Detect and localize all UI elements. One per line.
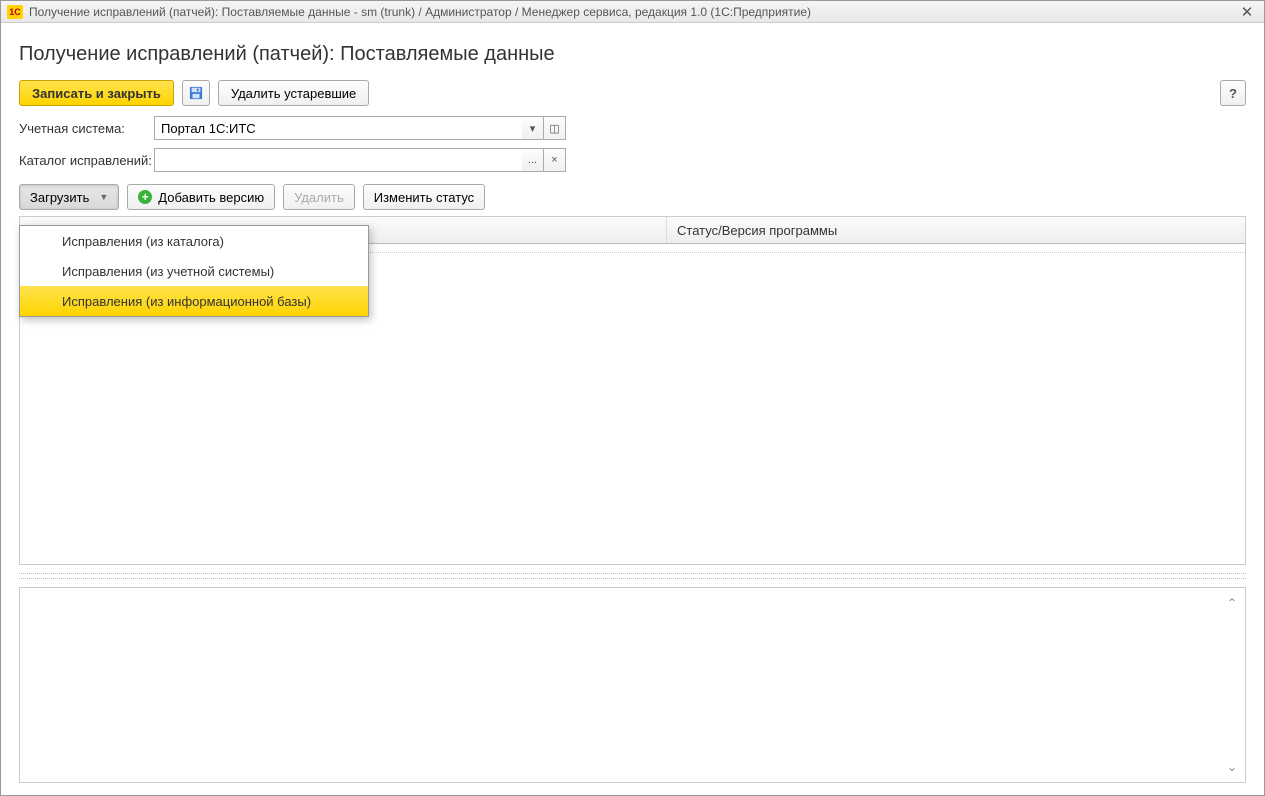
- actions-toolbar: Загрузить ▼ + Добавить версию Удалить Из…: [19, 184, 1246, 210]
- delete-old-button[interactable]: Удалить устаревшие: [218, 80, 369, 106]
- account-system-dropdown-button[interactable]: ▾: [522, 116, 544, 140]
- account-system-field-wrap: ▾ ◫: [154, 116, 566, 140]
- plus-icon: +: [138, 190, 152, 204]
- chevron-down-icon: ▼: [99, 192, 108, 202]
- scroll-down-button[interactable]: ⌄: [1223, 758, 1241, 776]
- fix-catalog-row: Каталог исправлений: ... ×: [19, 148, 1246, 172]
- fix-catalog-input[interactable]: [154, 148, 522, 172]
- load-dropdown-button[interactable]: Загрузить ▼: [19, 184, 119, 210]
- account-system-row: Учетная система: ▾ ◫: [19, 116, 1246, 140]
- window-title: Получение исправлений (патчей): Поставля…: [29, 5, 811, 19]
- page-title: Получение исправлений (патчей): Поставля…: [19, 43, 1246, 66]
- load-label: Загрузить: [30, 190, 89, 205]
- titlebar: 1C Получение исправлений (патчей): Поста…: [1, 1, 1264, 23]
- menu-item-from-infobase[interactable]: Исправления (из информационной базы): [20, 286, 368, 316]
- splitter-handle[interactable]: [19, 573, 1246, 579]
- main-toolbar: Записать и закрыть Удалить устаревшие ?: [19, 80, 1246, 106]
- fix-catalog-field-wrap: ... ×: [154, 148, 566, 172]
- add-version-label: Добавить версию: [158, 190, 264, 205]
- save-button[interactable]: [182, 80, 210, 106]
- table-column-2[interactable]: Статус/Версия программы: [667, 217, 1245, 243]
- help-button[interactable]: ?: [1220, 80, 1246, 106]
- content-area: Получение исправлений (патчей): Поставля…: [1, 23, 1264, 795]
- account-system-input[interactable]: [154, 116, 522, 140]
- scroll-up-button[interactable]: ⌃: [1223, 594, 1241, 612]
- menu-item-from-account-system[interactable]: Исправления (из учетной системы): [20, 256, 368, 286]
- fix-catalog-label: Каталог исправлений:: [19, 153, 154, 168]
- app-window: 1C Получение исправлений (патчей): Поста…: [0, 0, 1265, 796]
- load-dropdown-menu: Исправления (из каталога) Исправления (и…: [19, 225, 369, 317]
- window-close-button[interactable]: ✕: [1236, 3, 1258, 21]
- floppy-icon: [189, 86, 203, 100]
- fix-catalog-clear-button[interactable]: ×: [544, 148, 566, 172]
- details-pane[interactable]: ⌃ ⌄: [19, 587, 1246, 783]
- change-status-button[interactable]: Изменить статус: [363, 184, 485, 210]
- add-version-button[interactable]: + Добавить версию: [127, 184, 275, 210]
- menu-item-from-catalog[interactable]: Исправления (из каталога): [20, 226, 368, 256]
- fix-catalog-browse-button[interactable]: ...: [522, 148, 544, 172]
- save-and-close-button[interactable]: Записать и закрыть: [19, 80, 174, 106]
- app-logo-icon: 1C: [7, 5, 23, 19]
- delete-button[interactable]: Удалить: [283, 184, 355, 210]
- account-system-label: Учетная система:: [19, 121, 154, 136]
- account-system-open-button[interactable]: ◫: [544, 116, 566, 140]
